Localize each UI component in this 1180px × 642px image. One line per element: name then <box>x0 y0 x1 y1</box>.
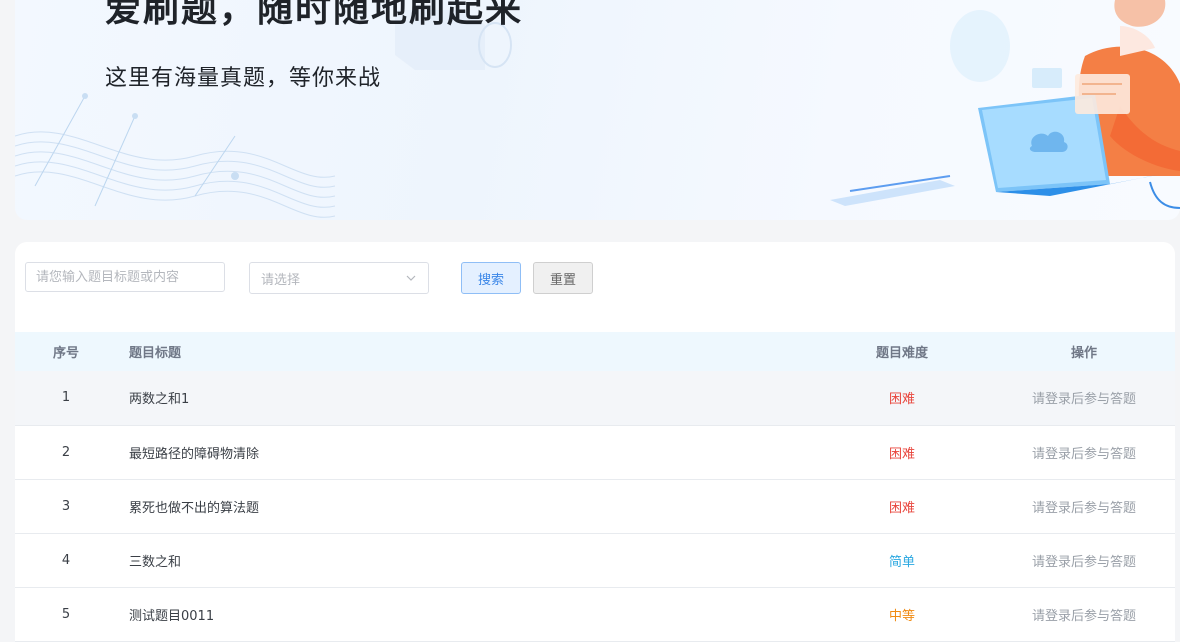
question-list-panel: 请选择 搜索 重置 序号 题目标题 题目难度 操作 1 两数之和1 困难 请登录… <box>15 242 1175 642</box>
login-to-answer-text: 请登录后参与答题 <box>1031 392 1136 408</box>
difficulty-select[interactable]: 请选择 <box>249 262 429 294</box>
table-row[interactable]: 4 三数之和 简单 请登录后参与答题 <box>15 533 1175 587</box>
column-header-difficulty: 题目难度 <box>875 346 928 361</box>
hero-banner: 爱刷题，随时随地刷起来 这里有海量真题，等你来战 <box>15 0 1180 220</box>
row-index: 5 <box>61 606 71 622</box>
row-title: 测试题目0011 <box>129 608 215 624</box>
column-header-index: 序号 <box>52 346 79 361</box>
banner-subtitle: 这里有海量真题，等你来战 <box>105 66 382 91</box>
row-index: 1 <box>61 390 71 406</box>
table-row[interactable]: 5 测试题目0011 中等 请登录后参与答题 <box>15 587 1175 641</box>
table-row[interactable]: 2 最短路径的障碍物清除 困难 请登录后参与答题 <box>15 425 1175 479</box>
table-header-row: 序号 题目标题 题目难度 操作 <box>15 332 1175 371</box>
table-row[interactable]: 1 两数之和1 困难 请登录后参与答题 <box>15 371 1175 425</box>
row-title: 两数之和1 <box>129 392 190 408</box>
reset-button[interactable]: 重置 <box>533 262 593 294</box>
difficulty-badge: 困难 <box>888 392 915 408</box>
login-to-answer-text: 请登录后参与答题 <box>1031 446 1136 462</box>
difficulty-badge: 简单 <box>888 554 915 570</box>
row-index: 3 <box>61 498 71 514</box>
login-to-answer-text: 请登录后参与答题 <box>1031 554 1136 570</box>
difficulty-badge: 困难 <box>888 446 915 462</box>
chevron-down-icon <box>406 275 416 281</box>
search-button[interactable]: 搜索 <box>461 262 521 294</box>
row-title: 累死也做不出的算法题 <box>129 500 260 516</box>
row-title: 最短路径的障碍物清除 <box>129 446 260 462</box>
row-title: 三数之和 <box>129 554 182 570</box>
search-input[interactable] <box>25 262 225 292</box>
row-index: 2 <box>61 444 71 460</box>
difficulty-badge: 中等 <box>888 608 915 624</box>
person-laptop-illustration <box>830 0 1180 209</box>
column-header-title: 题目标题 <box>129 346 182 361</box>
difficulty-badge: 困难 <box>888 500 915 516</box>
column-header-action: 操作 <box>1070 346 1097 361</box>
row-index: 4 <box>61 552 71 568</box>
login-to-answer-text: 请登录后参与答题 <box>1031 608 1136 624</box>
table-row[interactable]: 3 累死也做不出的算法题 困难 请登录后参与答题 <box>15 479 1175 533</box>
banner-title: 爱刷题，随时随地刷起来 <box>105 0 524 30</box>
select-placeholder: 请选择 <box>261 272 301 288</box>
question-table: 序号 题目标题 题目难度 操作 1 两数之和1 困难 请登录后参与答题 2 最短… <box>15 332 1175 642</box>
login-to-answer-text: 请登录后参与答题 <box>1031 500 1136 516</box>
